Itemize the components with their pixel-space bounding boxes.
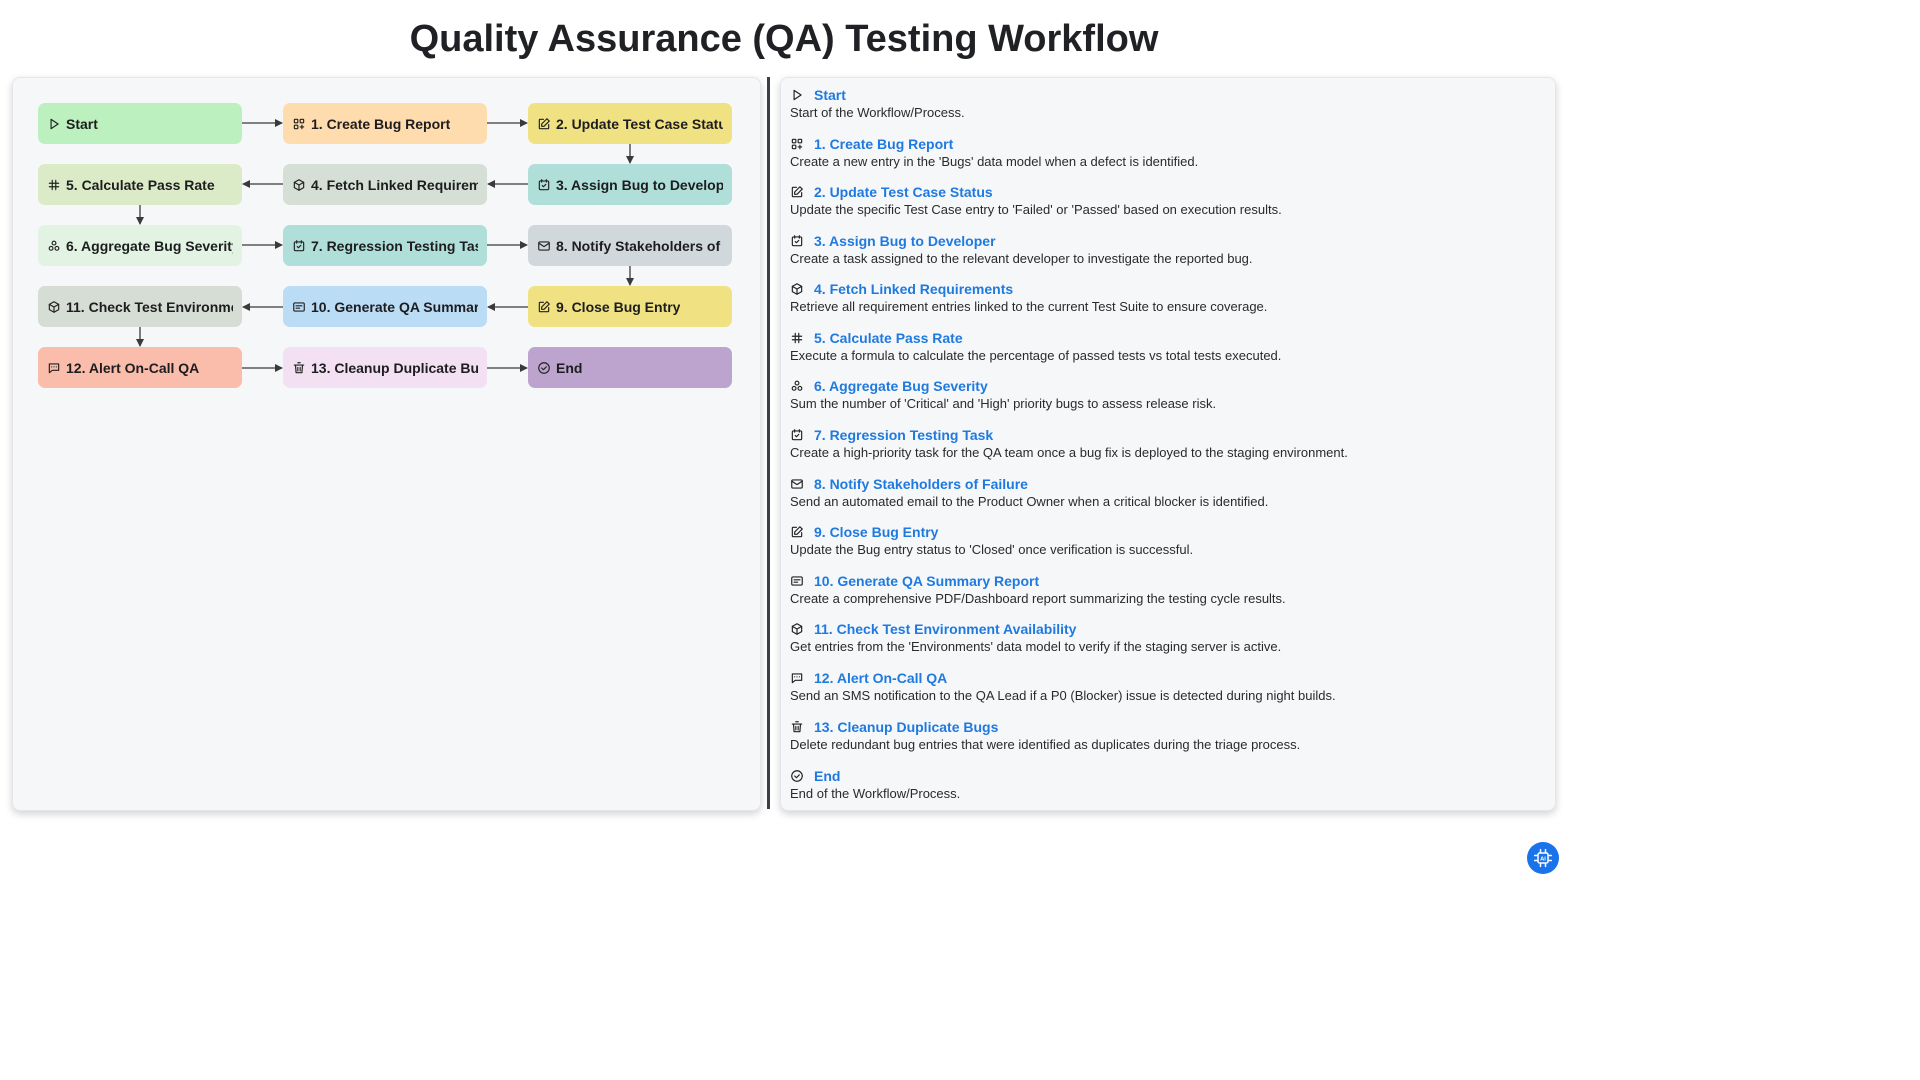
play-icon [790,88,804,102]
step-description: Create a high-priority task for the QA t… [790,445,1348,460]
step-item-9: 9. Close Bug Entry Update the Bug entry s… [790,523,1540,557]
box-icon [790,282,804,296]
step-heading-link[interactable]: 2. Update Test Case Status [814,184,993,200]
step-item-10: 10. Generate QA Summary Report Create a c… [790,572,1540,606]
step-heading-link[interactable]: End [814,768,840,784]
step-description: Start of the Workflow/Process. [790,105,965,120]
step-heading-link[interactable]: 3. Assign Bug to Developer [814,233,996,249]
trash-icon [790,720,804,734]
step-item-start: Start Start of the Workflow/Process. [790,86,1540,120]
step-heading-link[interactable]: 4. Fetch Linked Requirements [814,281,1013,297]
ai-assistant-button[interactable]: AI [1527,842,1559,874]
step-heading-link[interactable]: 1. Create Bug Report [814,136,953,152]
connectors [136,119,634,372]
step-heading-link[interactable]: 10. Generate QA Summary Report [814,573,1039,589]
calendar-check-icon [790,234,804,248]
edit-icon [790,185,804,199]
step-heading-link[interactable]: 9. Close Bug Entry [814,524,938,540]
step-item-1: 1. Create Bug Report Create a new entry i… [790,135,1540,169]
grid-plus-icon [790,137,804,151]
step-description: Get entries from the 'Environments' data… [790,639,1282,654]
step-heading-link[interactable]: Start [814,87,846,103]
step-item-7: 7. Regression Testing Task Create a high-… [790,426,1540,460]
step-item-4: 4. Fetch Linked Requirements Retrieve all… [790,280,1540,314]
step-description: Sum the number of 'Critical' and 'High' … [790,396,1217,411]
step-heading-link[interactable]: 13. Cleanup Duplicate Bugs [814,719,998,735]
step-description: Retrieve all requirement entries linked … [790,299,1268,314]
step-description: Delete redundant bug entries that were i… [790,737,1301,752]
svg-text:AI: AI [1540,857,1546,863]
check-circle-icon [790,769,804,783]
step-description: Execute a formula to calculate the perce… [790,348,1282,363]
step-item-11: 11. Check Test Environment Availability G… [790,620,1540,654]
step-heading-link[interactable]: 8. Notify Stakeholders of Failure [814,476,1028,492]
step-item-8: 8. Notify Stakeholders of Failure Send an… [790,475,1540,509]
step-description: Create a comprehensive PDF/Dashboard rep… [790,591,1286,606]
step-item-13: 13. Cleanup Duplicate Bugs Delete redunda… [790,718,1540,752]
step-item-2: 2. Update Test Case Status Update the spe… [790,183,1540,217]
step-heading-link[interactable]: 12. Alert On-Call QA [814,670,947,686]
hash-icon [790,331,804,345]
edit-icon [790,525,804,539]
message-icon [790,671,804,685]
step-description: End of the Workflow/Process. [790,786,961,801]
calendar-check-icon [790,428,804,442]
step-description: Update the specific Test Case entry to '… [790,202,1282,217]
step-heading-link[interactable]: 11. Check Test Environment Availability [814,621,1076,637]
step-description: Create a new entry in the 'Bugs' data mo… [790,154,1199,169]
step-description: Send an automated email to the Product O… [790,494,1269,509]
step-heading-link[interactable]: 5. Calculate Pass Rate [814,330,963,346]
step-heading-link[interactable]: 7. Regression Testing Task [814,427,993,443]
step-item-12: 12. Alert On-Call QA Send an SMS notifica… [790,669,1540,703]
step-heading-link[interactable]: 6. Aggregate Bug Severity [814,378,988,394]
circles-icon [790,379,804,393]
step-description: Send an SMS notification to the QA Lead … [790,688,1336,703]
ai-chip-icon: AI [1533,848,1553,868]
step-item-end: End End of the Workflow/Process. [790,767,1540,801]
step-item-5: 5. Calculate Pass Rate Execute a formula … [790,329,1540,363]
step-description: Create a task assigned to the relevant d… [790,251,1253,266]
mail-icon [790,477,804,491]
step-item-3: 3. Assign Bug to Developer Create a task … [790,232,1540,266]
report-icon [790,574,804,588]
panel-divider[interactable] [767,77,770,809]
step-item-6: 6. Aggregate Bug Severity Sum the number … [790,377,1540,411]
box-icon [790,622,804,636]
step-description: Update the Bug entry status to 'Closed' … [790,542,1194,557]
